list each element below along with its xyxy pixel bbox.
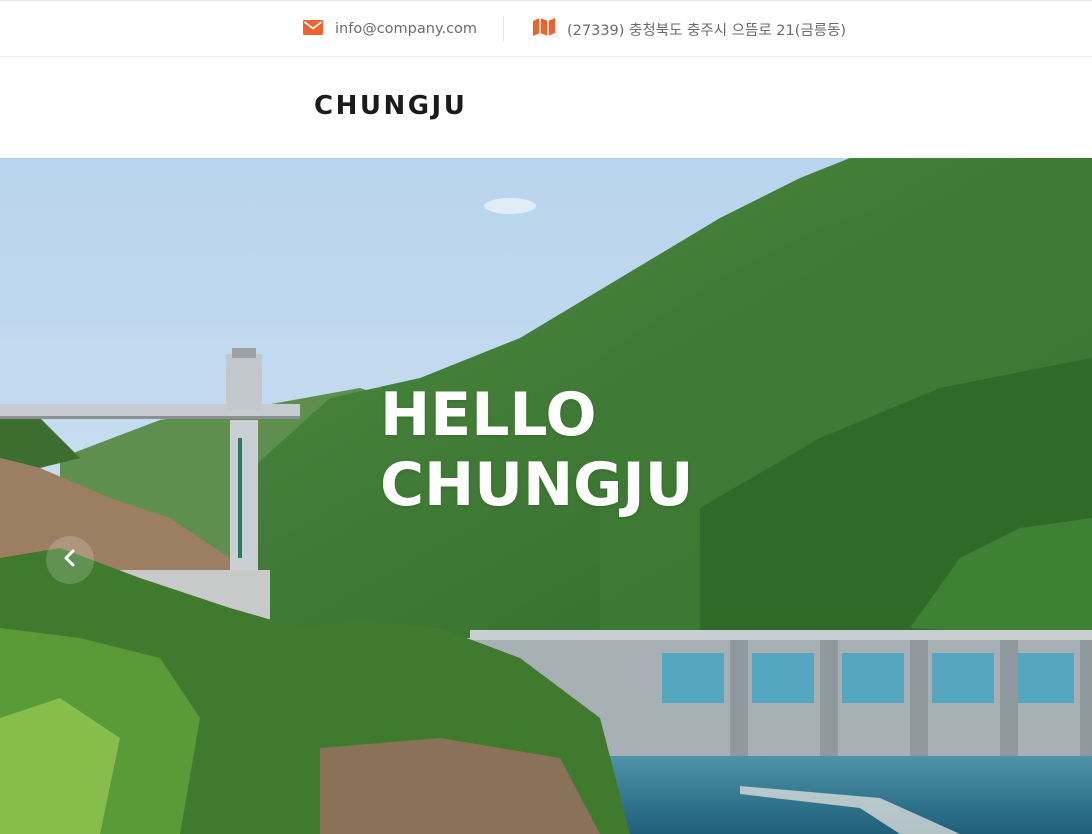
email-text[interactable]: info@company.com xyxy=(335,21,477,37)
hero-slider: HELLO CHUNGJU xyxy=(0,158,1092,834)
envelope-icon xyxy=(303,19,323,39)
contact-email[interactable]: info@company.com xyxy=(303,18,477,40)
address-text: (27339) 충청북도 충주시 으뜸로 21(금릉동) xyxy=(567,22,847,39)
contact-address: (27339) 충청북도 충주시 으뜸로 21(금릉동) xyxy=(533,18,846,40)
site-header: CHUNGJU xyxy=(0,57,1092,158)
hero-title-line-2: CHUNGJU xyxy=(380,450,694,520)
site-logo[interactable]: CHUNGJU xyxy=(314,91,467,121)
hero-title: HELLO CHUNGJU xyxy=(380,380,693,520)
divider xyxy=(503,16,504,42)
top-info-bar: info@company.com (27339) 충청북도 충주시 으뜸로 21… xyxy=(0,0,1092,57)
map-icon xyxy=(533,18,555,40)
slider-prev-button[interactable] xyxy=(46,536,94,584)
chevron-left-icon xyxy=(63,549,77,571)
hero-title-line-1: HELLO xyxy=(380,380,597,450)
